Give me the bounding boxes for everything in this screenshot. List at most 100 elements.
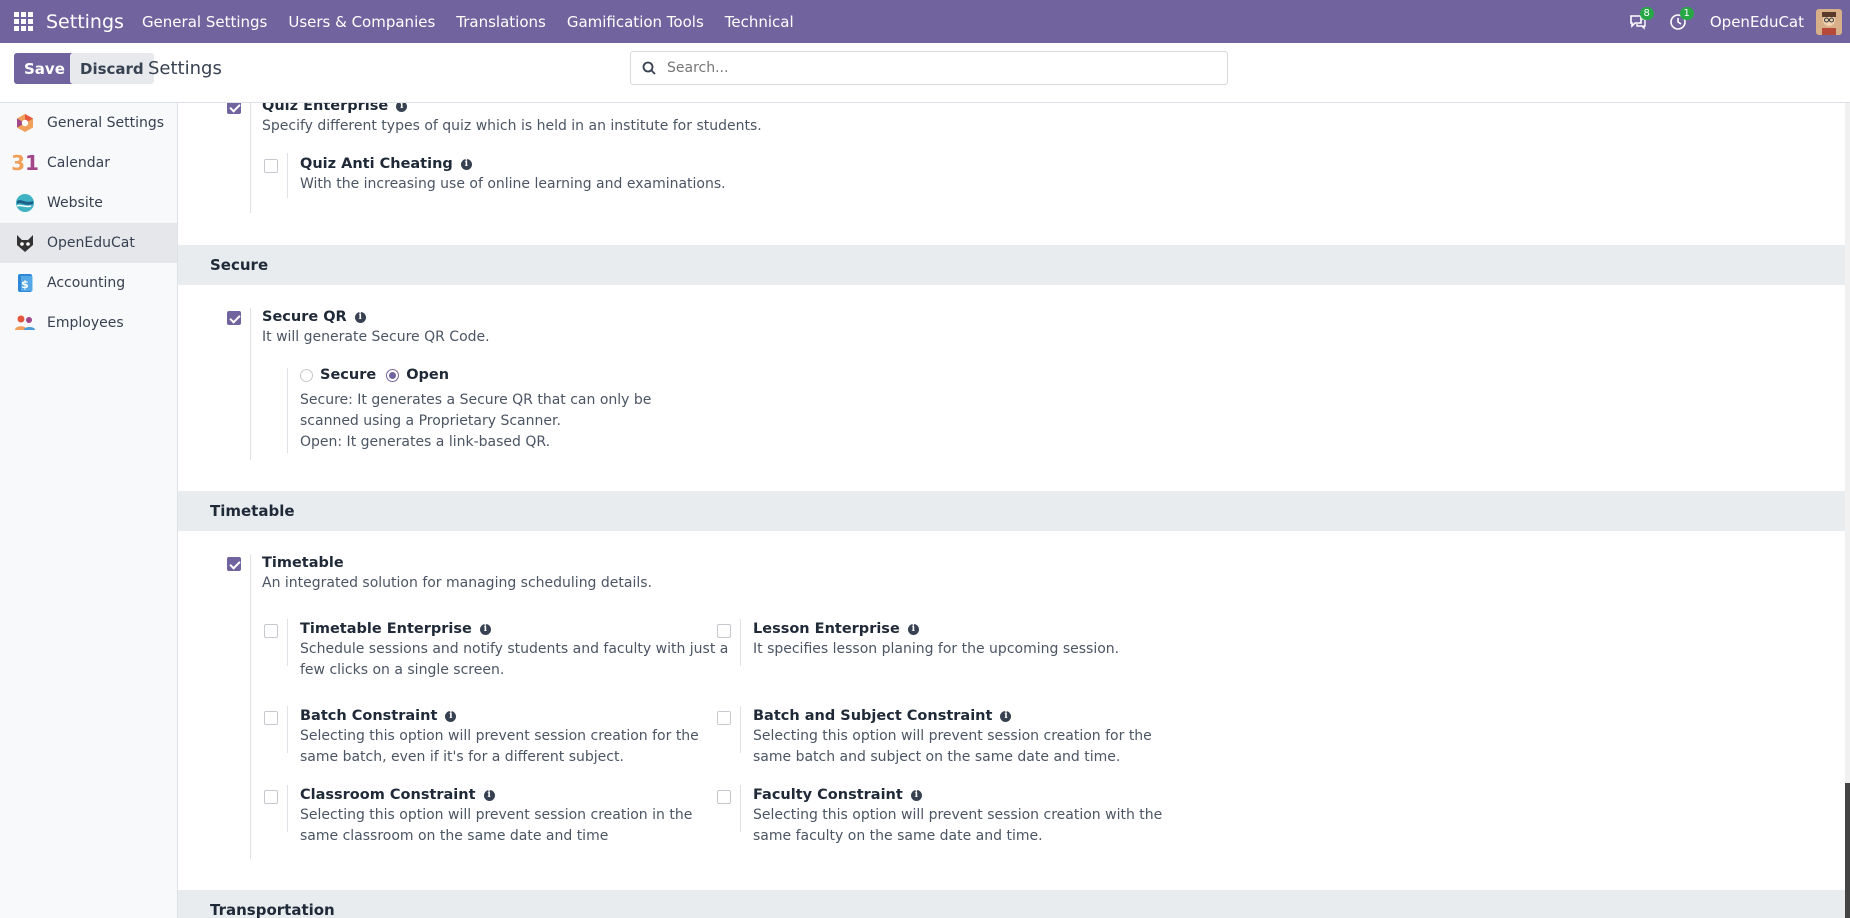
section-transportation: Transportation	[178, 890, 1845, 918]
sidebar-item-label: Calendar	[47, 155, 110, 171]
secure-qr-checkbox[interactable]	[227, 311, 241, 325]
quiz-anti-cheating-checkbox[interactable]	[264, 159, 278, 173]
setting-title: Classroom Constraint	[300, 787, 476, 803]
settings-content: Quiz Enterprise i Specify different types…	[178, 103, 1850, 918]
menu-translations[interactable]: Translations	[456, 13, 546, 31]
employees-icon	[14, 312, 36, 334]
search-icon	[631, 61, 667, 75]
radio-open-label[interactable]: Open	[406, 367, 449, 383]
option-divider	[287, 619, 288, 666]
option-divider	[740, 706, 741, 753]
secure-qr-type-radio-group: Secure Open Secure: It generates a Secur…	[300, 367, 651, 453]
messages-icon[interactable]: 8	[1618, 0, 1658, 43]
info-icon[interactable]: i	[907, 623, 919, 635]
setting-description: It will generate Secure QR Code.	[262, 329, 490, 345]
user-avatar[interactable]	[1816, 8, 1842, 35]
calendar-icon: 31	[11, 151, 39, 175]
search-input[interactable]	[667, 60, 1207, 76]
menu-gamification-tools[interactable]: Gamification Tools	[567, 13, 704, 31]
setting-description-line-1: Schedule sessions and notify students an…	[300, 641, 729, 657]
batch-constraint-checkbox[interactable]	[264, 711, 278, 725]
sidebar-item-label: OpenEduCat	[47, 235, 135, 251]
secure-divider	[250, 308, 251, 460]
setting-title: Batch Constraint	[300, 708, 438, 724]
setting-description: With the increasing use of online learni…	[300, 176, 726, 192]
setting-title: Timetable	[262, 555, 344, 571]
info-icon[interactable]: i	[445, 710, 457, 722]
sidebar-item-website[interactable]: Website	[0, 183, 177, 223]
info-icon[interactable]: i	[483, 789, 495, 801]
info-icon[interactable]: i	[354, 311, 366, 323]
secure-help-line-2: scanned using a Proprietary Scanner.	[300, 413, 561, 429]
radio-secure[interactable]	[300, 368, 313, 382]
radio-secure-label[interactable]: Secure	[320, 367, 376, 383]
timetable-divider	[250, 554, 251, 859]
sidebar-item-label: Accounting	[47, 275, 126, 291]
timetable-checkbox[interactable]	[227, 557, 241, 571]
setting-title: Batch and Subject Constraint	[753, 708, 993, 724]
classroom-constraint-setting: Classroom Constraint i Selecting this opt…	[300, 787, 692, 847]
setting-title: Quiz Anti Cheating	[300, 156, 453, 172]
menu-users-companies[interactable]: Users & Companies	[288, 13, 435, 31]
sidebar-item-openeducat[interactable]: OpenEduCat	[0, 223, 177, 263]
sidebar-item-accounting[interactable]: $ Accounting	[0, 263, 177, 303]
setting-description: Specify different types of quiz which is…	[262, 118, 762, 134]
discard-button[interactable]: Discard	[70, 53, 154, 84]
setting-description-line-1: Selecting this option will prevent sessi…	[300, 807, 693, 823]
control-panel: Save Discard Settings	[0, 43, 1850, 103]
setting-description-line-1: Selecting this option will prevent sessi…	[753, 807, 1163, 823]
search-bar[interactable]	[630, 51, 1228, 85]
lesson-enterprise-setting: Lesson Enterprise i It specifies lesson p…	[753, 621, 1119, 660]
sidebar-item-label: General Settings	[47, 115, 165, 131]
menu-general-settings[interactable]: General Settings	[142, 13, 267, 31]
setting-title: Timetable Enterprise	[300, 621, 472, 637]
quiz-enterprise-setting: Quiz Enterprise i Specify different types…	[262, 103, 762, 137]
quiz-anti-cheating-setting: Quiz Anti Cheating i With the increasing …	[300, 156, 726, 195]
quiz-anti-divider	[287, 153, 288, 198]
setting-title: Faculty Constraint	[753, 787, 903, 803]
info-icon[interactable]: i	[910, 789, 922, 801]
info-icon[interactable]: i	[460, 158, 472, 170]
scrollbar-thumb[interactable]	[1845, 783, 1850, 918]
info-icon[interactable]: i	[479, 623, 491, 635]
faculty-constraint-checkbox[interactable]	[717, 790, 731, 804]
option-divider	[287, 706, 288, 753]
setting-title: Quiz Enterprise	[262, 103, 389, 114]
sidebar-item-label: Website	[47, 195, 103, 211]
option-divider	[740, 619, 741, 666]
timetable-enterprise-checkbox[interactable]	[264, 624, 278, 638]
secure-help-line-1: Secure: It generates a Secure QR that ca…	[300, 392, 652, 408]
save-button[interactable]: Save	[14, 53, 75, 84]
messages-badge: 8	[1639, 7, 1654, 20]
option-divider	[287, 785, 288, 832]
faculty-constraint-setting: Faculty Constraint i Selecting this optio…	[753, 787, 1162, 847]
app-brand[interactable]: Settings	[46, 11, 124, 33]
activity-clock-icon[interactable]: 1	[1658, 0, 1698, 43]
sidebar-item-employees[interactable]: Employees	[0, 303, 177, 343]
setting-description-line-1: It specifies lesson planing for the upco…	[753, 641, 1120, 657]
quiz-enterprise-checkbox[interactable]	[227, 103, 241, 114]
quiz-divider	[250, 103, 251, 213]
odoo-logo-icon	[14, 112, 36, 134]
classroom-constraint-checkbox[interactable]	[264, 790, 278, 804]
content-scrollbar[interactable]	[1845, 103, 1850, 918]
section-secure: Secure	[178, 245, 1845, 285]
radio-open[interactable]	[386, 368, 400, 382]
info-icon[interactable]: i	[396, 103, 408, 112]
lesson-enterprise-checkbox[interactable]	[717, 624, 731, 638]
sidebar-item-calendar[interactable]: 31 Calendar	[0, 143, 177, 183]
setting-description-line-2: same batch, even if it's for a different…	[300, 749, 624, 765]
apps-menu-icon[interactable]	[0, 0, 46, 43]
accounting-icon: $	[14, 272, 36, 294]
info-icon[interactable]: i	[1000, 710, 1012, 722]
svg-text:$: $	[21, 278, 29, 291]
openeducat-icon	[14, 232, 36, 254]
batch-subject-constraint-checkbox[interactable]	[717, 711, 731, 725]
sidebar-item-label: Employees	[47, 315, 124, 331]
sidebar-item-general-settings[interactable]: General Settings	[0, 103, 177, 143]
user-menu[interactable]: OpenEduCat	[1710, 13, 1804, 31]
menu-technical[interactable]: Technical	[725, 13, 794, 31]
secure-help-line-3: Open: It generates a link-based QR.	[300, 434, 551, 450]
batch-constraint-setting: Batch Constraint i Selecting this option …	[300, 708, 699, 768]
breadcrumb: Settings	[148, 58, 222, 79]
